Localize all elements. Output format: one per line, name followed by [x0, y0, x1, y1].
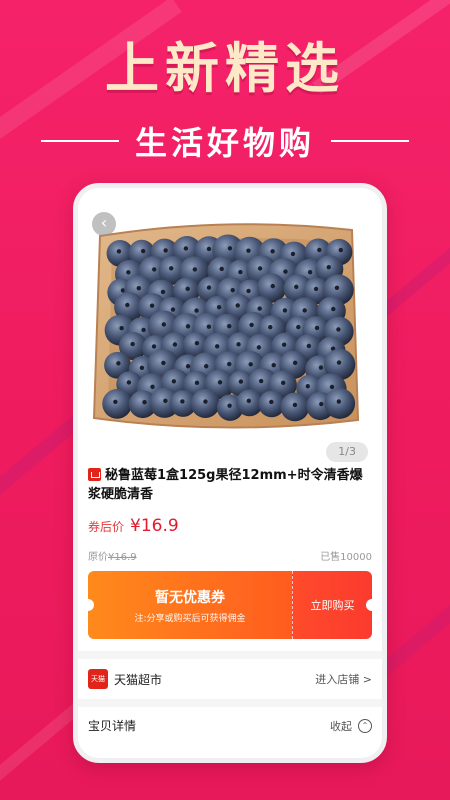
price-row: 券后价 ¥16.9	[78, 504, 382, 536]
image-counter: 1/3	[326, 442, 368, 462]
chevron-left-icon[interactable]: ‹	[92, 212, 116, 236]
product-title: 秘鲁蓝莓1盒125g果径12mm+时令清香爆浆硬脆清香	[88, 468, 363, 502]
details-toggle[interactable]: 收起 ⌃	[330, 718, 372, 734]
hero-subtitle: 生活好物购	[134, 124, 315, 162]
original-price-label: 原价	[88, 552, 108, 563]
original-price: 原价¥16.9	[88, 548, 137, 563]
product-image-carousel[interactable]: ‹ 1/3	[78, 188, 382, 462]
shop-name: 天猫超市	[114, 672, 163, 687]
shop-row[interactable]: 天猫 天猫超市 进入店铺 >	[78, 651, 382, 707]
original-price-value: ¥16.9	[108, 552, 137, 563]
shop-info: 天猫 天猫超市	[88, 669, 162, 689]
divider-line	[331, 140, 409, 142]
product-title-row: 秘鲁蓝莓1盒125g果径12mm+时令清香爆浆硬脆清香	[78, 458, 382, 504]
collapse-label: 收起	[330, 719, 352, 733]
sold-count: 已售10000	[320, 552, 372, 563]
coupon-note: 注:分享或购买后可获得佣金	[134, 613, 246, 624]
coupon-price-label: 券后价	[88, 520, 125, 534]
buy-now-button[interactable]: 立即购买	[292, 571, 372, 639]
hero-title: 上新精选	[105, 37, 345, 100]
tmall-icon	[88, 468, 101, 481]
phone-mockup: ‹ 1/3 秘鲁蓝莓1盒125g果径12mm+时令清香爆浆硬脆清香 券后价 ¥1…	[73, 183, 387, 763]
shop-logo: 天猫	[88, 669, 108, 689]
enter-shop-link[interactable]: 进入店铺 >	[315, 671, 372, 687]
details-label: 宝贝详情	[88, 719, 137, 733]
details-row: 宝贝详情 收起 ⌃	[78, 707, 382, 744]
coupon-card: 暂无优惠券 注:分享或购买后可获得佣金 立即购买	[82, 571, 378, 639]
coupon-info[interactable]: 暂无优惠券 注:分享或购买后可获得佣金	[88, 571, 292, 639]
chevron-up-icon: ⌃	[358, 718, 372, 733]
coupon-notch	[82, 599, 94, 611]
hero-subtitle-row: 生活好物购	[0, 118, 450, 164]
original-price-row: 原价¥16.9 已售10000	[78, 536, 382, 563]
product-image	[92, 223, 360, 429]
coupon-price: ¥16.9	[130, 516, 179, 536]
divider-line	[40, 140, 119, 142]
coupon-notch	[366, 599, 378, 611]
coupon-main-text: 暂无优惠券	[155, 589, 225, 606]
